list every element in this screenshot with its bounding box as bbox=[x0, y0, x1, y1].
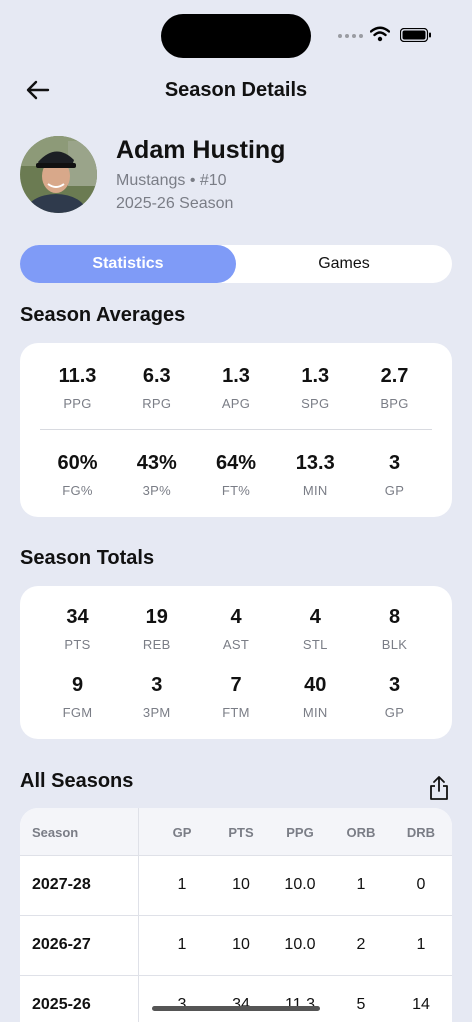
stat-ft-pct: 64% FT% bbox=[215, 452, 257, 498]
total-stl: 4 STL bbox=[302, 606, 328, 652]
divider bbox=[40, 429, 432, 430]
cellular-signal-icon bbox=[338, 34, 363, 38]
player-profile: Adam Husting Mustangs • #10 2025-26 Seas… bbox=[20, 136, 452, 216]
player-name: Adam Husting bbox=[116, 136, 286, 164]
cell-ppg: 10.0 bbox=[284, 936, 316, 953]
total-ftm: 7 FTM bbox=[222, 674, 250, 720]
table-header: Season GP PTS PPG ORB DRB bbox=[20, 808, 452, 856]
total-fgm: 9 FGM bbox=[62, 674, 93, 720]
avatar bbox=[20, 136, 97, 213]
total-reb: 19 REB bbox=[142, 606, 171, 652]
season-totals-card: 34 PTS 19 REB 4 AST 4 STL 8 BLK 9 FGM 3 3PM 7 FT… bbox=[20, 586, 452, 739]
cell-season: 2026-27 bbox=[32, 936, 91, 953]
all-seasons-table: Season GP PTS PPG ORB DRB 2027-28 1 10 1… bbox=[20, 808, 452, 1022]
stat-bpg: 2.7 BPG bbox=[380, 365, 409, 411]
cell-season: 2027-28 bbox=[32, 876, 91, 893]
cell-drb: 1 bbox=[416, 936, 426, 953]
total-3pm: 3 3PM bbox=[142, 674, 171, 720]
col-ppg[interactable]: PPG bbox=[280, 825, 320, 840]
col-gp[interactable]: GP bbox=[162, 825, 202, 840]
table-row[interactable]: 2027-28 1 10 10.0 1 0 bbox=[20, 856, 452, 916]
col-orb[interactable]: ORB bbox=[341, 825, 381, 840]
home-indicator[interactable] bbox=[152, 1006, 320, 1011]
cell-drb: 14 bbox=[412, 996, 430, 1013]
wifi-icon bbox=[370, 26, 390, 42]
total-ast: 4 AST bbox=[222, 606, 250, 652]
cell-season: 2025-26 bbox=[32, 996, 91, 1013]
stat-spg: 1.3 SPG bbox=[301, 365, 330, 411]
stat-gp: 3 GP bbox=[384, 452, 405, 498]
player-team: Mustangs • #10 bbox=[116, 172, 227, 189]
stat-min: 13.3 MIN bbox=[295, 452, 335, 498]
share-icon[interactable] bbox=[428, 775, 450, 801]
total-blk: 8 BLK bbox=[381, 606, 408, 652]
col-season[interactable]: Season bbox=[32, 825, 78, 840]
cell-gp: 1 bbox=[177, 936, 187, 953]
table-row[interactable]: 2025-26 3 34 11.3 5 14 bbox=[20, 976, 452, 1022]
col-pts[interactable]: PTS bbox=[221, 825, 261, 840]
season-averages-card: 11.3 PPG 6.3 RPG 1.3 APG 1.3 SPG 2.7 BPG 60% F… bbox=[20, 343, 452, 517]
cell-gp: 3 bbox=[177, 996, 187, 1013]
col-drb[interactable]: DRB bbox=[401, 825, 441, 840]
segmented-control: Statistics Games bbox=[20, 245, 452, 283]
stat-rpg: 6.3 RPG bbox=[142, 365, 172, 411]
battery-icon bbox=[400, 28, 431, 42]
stat-fg-pct: 60% FG% bbox=[57, 452, 98, 498]
player-season: 2025-26 Season bbox=[116, 195, 234, 212]
total-gp: 3 GP bbox=[384, 674, 405, 720]
cell-pts: 10 bbox=[232, 876, 250, 893]
cell-ppg: 11.3 bbox=[285, 996, 315, 1013]
cell-orb: 5 bbox=[356, 996, 366, 1013]
total-pts: 34 PTS bbox=[64, 606, 91, 652]
total-min: 40 MIN bbox=[302, 674, 328, 720]
cell-gp: 1 bbox=[177, 876, 187, 893]
table-row[interactable]: 2026-27 1 10 10.0 2 1 bbox=[20, 916, 452, 976]
cell-ppg: 10.0 bbox=[284, 876, 316, 893]
season-totals-title: Season Totals bbox=[20, 547, 155, 569]
cell-orb: 1 bbox=[356, 876, 366, 893]
all-seasons-title: All Seasons bbox=[20, 770, 134, 792]
stat-ppg: 11.3 PPG bbox=[58, 365, 97, 411]
cell-orb: 2 bbox=[356, 936, 366, 953]
page-title: Season Details bbox=[164, 79, 308, 101]
dynamic-island bbox=[161, 14, 311, 58]
cell-pts: 34 bbox=[232, 996, 250, 1013]
stat-apg: 1.3 APG bbox=[221, 365, 251, 411]
navigation-bar: Season Details bbox=[0, 70, 472, 110]
status-bar bbox=[0, 0, 472, 60]
tab-statistics[interactable]: Statistics bbox=[20, 245, 236, 283]
season-averages-title: Season Averages bbox=[20, 304, 186, 326]
column-divider bbox=[138, 808, 139, 1022]
cell-drb: 0 bbox=[416, 876, 426, 893]
stat-3p-pct: 43% 3P% bbox=[136, 452, 177, 498]
tab-games[interactable]: Games bbox=[236, 245, 452, 283]
cell-pts: 10 bbox=[232, 936, 250, 953]
